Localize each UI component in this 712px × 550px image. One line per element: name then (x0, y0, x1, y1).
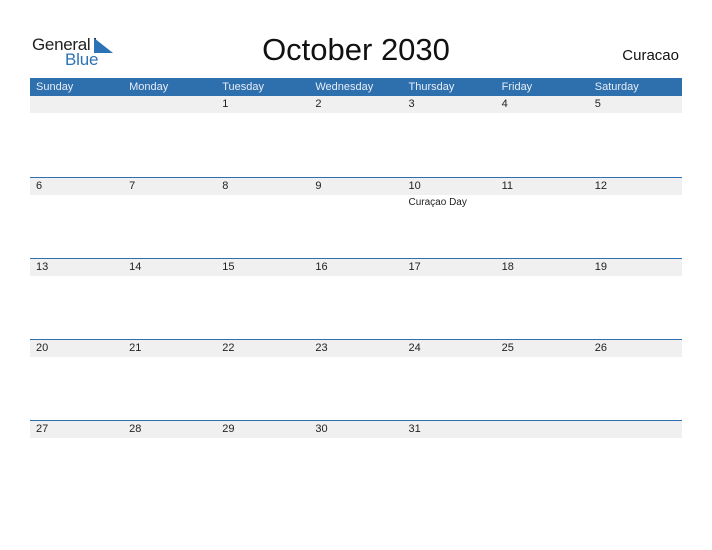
day-cell: 27 (30, 421, 123, 438)
day-cell: 20 (30, 340, 123, 357)
day-cell: 8 (216, 178, 309, 209)
day-number: 8 (222, 180, 229, 192)
day-number (129, 96, 216, 113)
day-cell: 28 (123, 421, 216, 438)
day-number: 6 (36, 180, 43, 192)
day-number: 11 (501, 180, 514, 192)
day-number: 2 (315, 98, 322, 110)
day-number: 7 (129, 180, 136, 192)
day-cell: 19 (589, 259, 682, 276)
week-row: 13 14 15 16 17 18 19 (30, 258, 682, 339)
day-cell: 4 (496, 96, 589, 113)
day-cell (123, 96, 216, 113)
day-number: 23 (315, 342, 328, 354)
day-cell: 14 (123, 259, 216, 276)
day-cell: 21 (123, 340, 216, 357)
weekday-friday: Friday (501, 81, 533, 93)
calendar-title: October 2030 (262, 32, 450, 67)
calendar-grid: Sunday Monday Tuesday Wednesday Thursday… (30, 78, 682, 501)
day-cell: 1 (216, 96, 309, 113)
day-cell (496, 421, 589, 438)
day-cell: 15 (216, 259, 309, 276)
day-cell: 6 (30, 178, 123, 209)
day-number: 12 (594, 180, 607, 192)
day-number: 21 (129, 342, 142, 354)
weekday-sunday: Sunday (36, 81, 74, 93)
day-number (502, 421, 589, 438)
day-cell: 5 (589, 96, 682, 113)
day-number: 10 (408, 180, 421, 192)
day-cell: 16 (309, 259, 402, 276)
day-number: 20 (36, 342, 49, 354)
day-number: 29 (222, 423, 235, 435)
day-cell: 12 (589, 178, 682, 209)
country-label: Curacao (622, 47, 679, 64)
weeks-container: 1 2 3 4 5 6 7 8 9 10 Curaçao Day 11 12 13 14 15 16 17 18 19… (30, 96, 682, 501)
day-number: 31 (408, 423, 421, 435)
week-row: 27 28 29 30 31 (30, 420, 682, 501)
week-cells: 20 21 22 23 24 25 26 (30, 340, 682, 357)
week-cells: 6 7 8 9 10 Curaçao Day 11 12 (30, 178, 682, 209)
day-cell: 25 (496, 340, 589, 357)
day-number: 1 (222, 98, 229, 110)
day-number: 28 (129, 423, 142, 435)
day-number: 17 (408, 261, 421, 273)
day-number: 14 (129, 261, 142, 273)
day-cell: 30 (309, 421, 402, 438)
day-number (36, 96, 123, 113)
day-cell (589, 421, 682, 438)
day-number: 25 (501, 342, 514, 354)
week-row: 6 7 8 9 10 Curaçao Day 11 12 (30, 177, 682, 258)
week-cells: 13 14 15 16 17 18 19 (30, 259, 682, 276)
day-cell: 7 (123, 178, 216, 209)
weekday-saturday: Saturday (594, 81, 639, 93)
day-cell: 11 (496, 178, 589, 209)
week-row: 1 2 3 4 5 (30, 96, 682, 177)
day-number: 27 (36, 423, 49, 435)
day-cell: 23 (309, 340, 402, 357)
day-number: 15 (222, 261, 235, 273)
day-number: 9 (315, 180, 322, 192)
day-number: 26 (594, 342, 607, 354)
day-cell: 31 (403, 421, 496, 438)
day-cell: 29 (216, 421, 309, 438)
day-number: 16 (315, 261, 328, 273)
weekday-thursday: Thursday (408, 81, 455, 93)
weekday-monday: Monday (129, 81, 169, 93)
week-cells: 27 28 29 30 31 (30, 421, 682, 438)
weekday-header: Sunday Monday Tuesday Wednesday Thursday… (30, 78, 682, 96)
week-row: 20 21 22 23 24 25 26 (30, 339, 682, 420)
holiday-event: Curaçao Day (408, 197, 467, 208)
day-cell (30, 96, 123, 113)
day-cell: 22 (216, 340, 309, 357)
day-cell: 17 (403, 259, 496, 276)
day-cell: 18 (496, 259, 589, 276)
day-number: 30 (315, 423, 328, 435)
day-number: 18 (501, 261, 514, 273)
day-cell: 24 (403, 340, 496, 357)
weekday-wednesday: Wednesday (315, 81, 374, 93)
weekday-tuesday: Tuesday (222, 81, 265, 93)
day-number: 24 (408, 342, 421, 354)
day-number: 22 (222, 342, 235, 354)
day-number (595, 421, 682, 438)
day-number: 13 (36, 261, 49, 273)
day-cell: 9 (309, 178, 402, 209)
week-cells: 1 2 3 4 5 (30, 96, 682, 113)
day-cell: 26 (589, 340, 682, 357)
day-number: 5 (594, 98, 601, 110)
day-number: 19 (594, 261, 607, 273)
day-cell: 10 Curaçao Day (403, 178, 496, 209)
day-cell: 13 (30, 259, 123, 276)
day-cell: 2 (309, 96, 402, 113)
day-cell: 3 (403, 96, 496, 113)
day-number: 4 (501, 98, 508, 110)
day-number: 3 (408, 98, 415, 110)
